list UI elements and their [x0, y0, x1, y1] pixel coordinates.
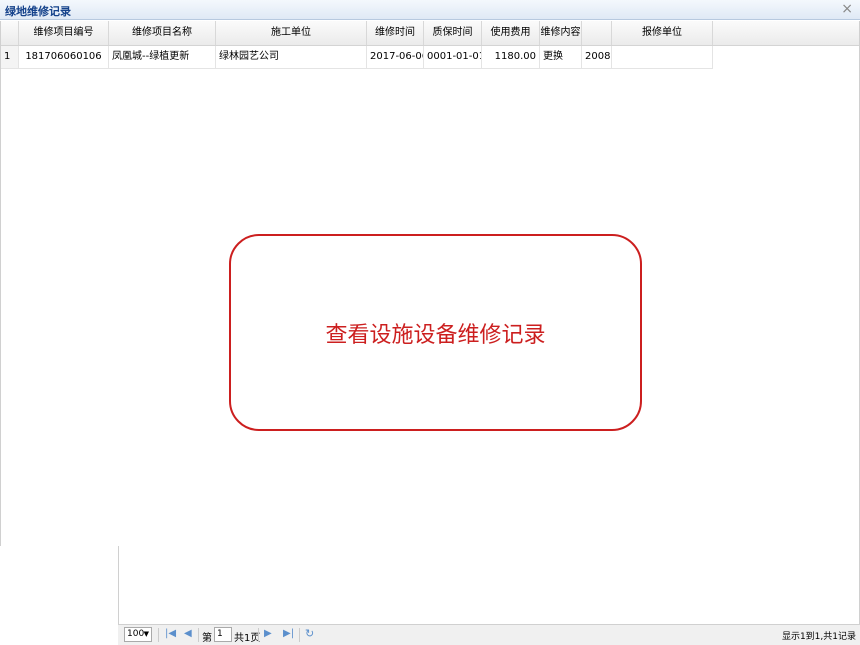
page-size-value: 100 [127, 629, 145, 639]
cell-project-name: 凤凰城--绿植更新 [109, 46, 216, 68]
pagination-bar: 100 ▼ |◀ ◀ 第 1 共1页 ▶ ▶| ↻ 显示1到1,共1记录 [118, 624, 860, 645]
pager-separator [258, 628, 259, 642]
last-page-icon[interactable]: ▶| [283, 628, 294, 639]
row-number: 1 [1, 46, 19, 68]
page-prefix: 第 [202, 633, 212, 644]
close-icon[interactable]: × [841, 1, 853, 17]
lower-pane [118, 546, 860, 624]
header-repair-content[interactable]: 维修内容 [540, 21, 582, 45]
page-number-input[interactable]: 1 [214, 627, 232, 642]
header-project-name[interactable]: 维修项目名称 [109, 21, 216, 45]
pager-separator [158, 628, 159, 642]
refresh-icon[interactable]: ↻ [305, 627, 314, 640]
cell-repair-content: 更换 [540, 46, 582, 68]
header-cost[interactable]: 使用费用 [482, 21, 540, 45]
cell-cost: 1180.00 [482, 46, 540, 68]
pager-status: 显示1到1,共1记录 [781, 632, 856, 642]
callout-text: 查看设施设备维修记录 [325, 322, 546, 348]
cell-contractor: 绿林园艺公司 [216, 46, 367, 68]
header-blank [582, 21, 612, 45]
header-repair-date[interactable]: 维修时间 [367, 21, 424, 45]
header-reporting-unit[interactable]: 报修单位 [612, 21, 713, 45]
prev-page-icon[interactable]: ◀ [184, 628, 192, 639]
pager-separator [198, 628, 199, 642]
chevron-down-icon: ▼ [143, 630, 149, 638]
cell-project-no: 181706060106 [19, 46, 109, 68]
page-size-select[interactable]: 100 ▼ [124, 627, 152, 642]
cell-repair-date: 2017-06-06 [367, 46, 424, 68]
annotation-callout: 查看设施设备维修记录 [229, 234, 642, 431]
header-project-no[interactable]: 维修项目编号 [19, 21, 109, 45]
page-suffix: 共1页 [234, 633, 261, 644]
cell-code: 2008 [582, 46, 612, 68]
pager-separator [299, 628, 300, 642]
window-titlebar: 绿地维修记录 × [0, 0, 860, 20]
cell-warranty-date: 0001-01-01 [424, 46, 482, 68]
header-contractor[interactable]: 施工单位 [216, 21, 367, 45]
cell-reporting-unit [612, 46, 713, 68]
grid-header: 维修项目编号 维修项目名称 施工单位 维修时间 质保时间 使用费用 维修内容 报… [1, 21, 859, 46]
window-title: 绿地维修记录 [5, 5, 71, 18]
next-page-icon[interactable]: ▶ [264, 628, 272, 639]
header-warranty-date[interactable]: 质保时间 [424, 21, 482, 45]
first-page-icon[interactable]: |◀ [165, 628, 176, 639]
table-row[interactable]: 1 181706060106 凤凰城--绿植更新 绿林园艺公司 2017-06-… [1, 46, 713, 69]
header-rownum [1, 21, 19, 45]
